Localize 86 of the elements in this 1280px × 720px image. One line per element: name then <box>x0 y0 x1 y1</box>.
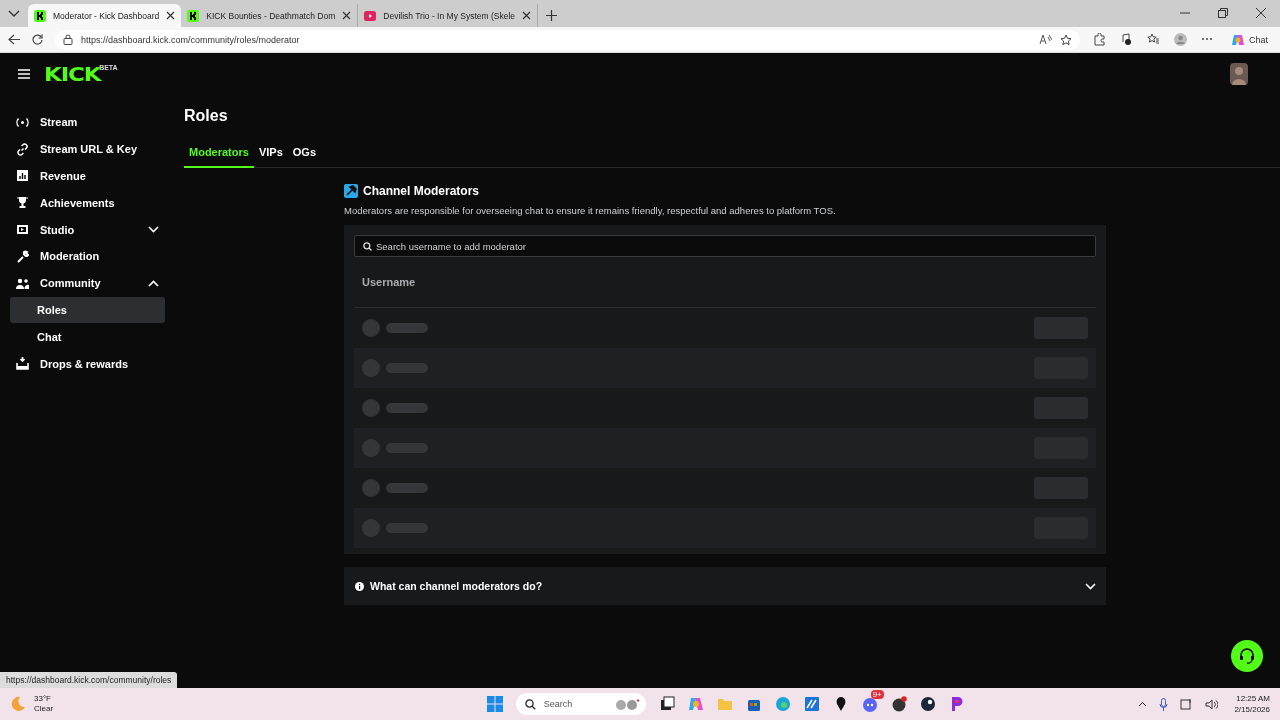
star-icon[interactable] <box>1060 33 1072 46</box>
taskbar-search[interactable]: Search <box>515 693 646 715</box>
close-icon[interactable] <box>342 11 352 20</box>
read-aloud-icon[interactable] <box>1039 34 1052 45</box>
tab-title: Devilish Trio - In My System (Skele <box>383 10 516 21</box>
username-placeholder <box>386 363 428 373</box>
avatar-icon[interactable] <box>1174 33 1187 46</box>
support-button[interactable] <box>1231 640 1263 672</box>
sidebar-subitem[interactable]: Chat <box>10 323 165 351</box>
username-placeholder <box>386 483 428 493</box>
close-icon[interactable] <box>1256 8 1266 18</box>
tab[interactable]: Moderators <box>184 142 254 168</box>
microphone-icon[interactable] <box>1159 697 1169 711</box>
kick-favicon-icon <box>34 9 46 22</box>
video-favicon-icon <box>364 10 377 21</box>
video-icon <box>16 223 29 237</box>
sidebar-item[interactable]: Stream URL & Key <box>10 135 165 163</box>
avatar-placeholder <box>362 439 380 457</box>
headset-icon <box>1239 648 1255 664</box>
people-icon <box>16 276 29 290</box>
avatar-icon[interactable] <box>1230 63 1248 85</box>
browser-tab[interactable]: Moderator - Kick Dashboard <box>28 4 182 27</box>
section-title: Channel Moderators <box>363 184 479 198</box>
speaker-icon[interactable] <box>1205 698 1219 710</box>
avatar-placeholder <box>362 479 380 497</box>
kick-favicon-icon <box>187 9 200 22</box>
sidebar-item[interactable]: Studio <box>10 216 165 243</box>
restore-icon[interactable] <box>1218 8 1228 18</box>
avatar-placeholder <box>362 519 380 537</box>
new-tab-icon[interactable] <box>546 10 558 21</box>
sidebar-item[interactable]: Community <box>10 269 165 297</box>
back-icon[interactable] <box>8 34 20 45</box>
username-placeholder <box>386 403 428 413</box>
close-icon[interactable] <box>166 11 176 20</box>
tab-title: Moderator - Kick Dashboard <box>53 10 160 21</box>
sidebar-item[interactable]: Revenue <box>10 162 165 190</box>
copilot-icon[interactable] <box>687 696 704 712</box>
weather-condition: Clear <box>34 704 54 714</box>
menu-icon[interactable] <box>18 69 30 79</box>
chevron-down-icon[interactable] <box>8 10 20 18</box>
chevron-up-icon[interactable] <box>1138 701 1148 707</box>
username-placeholder <box>386 523 428 533</box>
sidebar-subitem[interactable]: Roles <box>10 296 165 324</box>
username-placeholder <box>386 443 428 453</box>
section-description: Moderators are responsible for overseeing chat to ensure it remains friendly, respectful and adheres to platform TOS. <box>344 205 837 216</box>
avatar-placeholder <box>362 319 380 337</box>
url-text: https://dashboard.kick.com/community/roles/moderator <box>81 34 300 45</box>
tab-title: KICK Bounties - Deathmatch Dom <box>206 10 336 21</box>
close-icon[interactable] <box>522 11 532 20</box>
broadcast-icon <box>16 115 29 129</box>
page-title: Roles <box>184 107 229 125</box>
sidebar-item[interactable]: Achievements <box>10 189 165 217</box>
extensions-icon[interactable] <box>1093 33 1106 46</box>
temperature: 33°F <box>34 694 52 704</box>
search-icon <box>524 698 536 710</box>
tab[interactable]: OGs <box>287 142 321 168</box>
hammer-icon <box>344 184 358 198</box>
search-icon <box>363 242 372 251</box>
avatar-placeholder <box>362 399 380 417</box>
sidebar-item[interactable]: Drops & rewards <box>10 350 165 377</box>
app-icon[interactable] <box>890 696 907 712</box>
sidebar-item[interactable]: Stream <box>10 109 165 136</box>
tab[interactable]: VIPs <box>253 142 288 168</box>
refresh-icon[interactable] <box>32 34 43 45</box>
address-field[interactable]: https://dashboard.kick.com/community/roles/moderator <box>55 29 1080 50</box>
column-header: Username <box>362 276 416 288</box>
status-tooltip: https://dashboard.kick.com/community/roles <box>0 672 178 688</box>
sidebar-item[interactable]: Moderation <box>10 243 165 270</box>
link-icon <box>16 142 29 156</box>
wrench-icon <box>16 249 29 263</box>
chat-button[interactable]: Chat <box>1227 30 1272 49</box>
avatar-placeholder <box>362 359 380 377</box>
bar-chart-icon <box>16 169 29 183</box>
favorites-icon[interactable] <box>1147 33 1160 46</box>
search-field[interactable]: Search username to add moderator <box>354 235 1096 257</box>
trophy-icon <box>16 196 29 210</box>
faq-accordion[interactable]: What can channel moderators do? <box>344 567 1106 605</box>
windows-icon[interactable] <box>486 696 503 712</box>
info-icon <box>355 581 364 591</box>
clock-date[interactable]: 2/15/2026 <box>1234 704 1270 715</box>
task-view-icon[interactable] <box>658 696 675 712</box>
username-placeholder <box>386 323 428 333</box>
notification-badge: 9+ <box>870 690 884 699</box>
clock-time[interactable]: 12:25 AM <box>1236 693 1270 704</box>
copilot-icon <box>1231 32 1245 47</box>
lock-icon <box>63 34 73 45</box>
